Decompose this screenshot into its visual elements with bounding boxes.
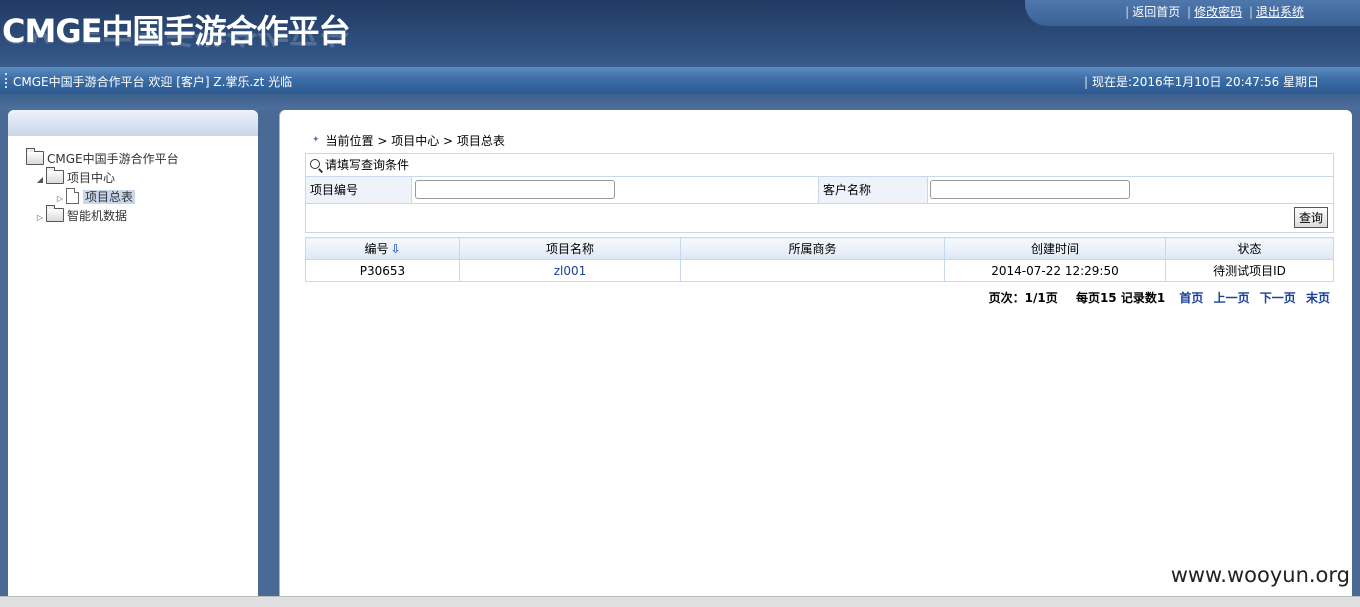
folder-icon: [26, 148, 44, 165]
collapsed-triangle-icon: ▷: [56, 194, 64, 203]
last-page-link[interactable]: 末页: [1306, 291, 1330, 305]
tree-node-project-center[interactable]: ◢ 项目中心: [26, 167, 179, 189]
pager: 页次：1/1页 每页15 记录数1 首页 上一页 下一页 末页: [989, 289, 1330, 306]
breadcrumb: ✦ 当前位置 > 项目中心 > 项目总表: [312, 134, 505, 148]
search-icon: [310, 159, 320, 169]
col-header-id[interactable]: 编号 ⇩: [305, 237, 460, 260]
logout-link[interactable]: 退出系统: [1256, 5, 1304, 19]
cell-created-time: 2014-07-22 12:29:50: [944, 259, 1166, 282]
cell-project-name: zl001: [459, 259, 681, 282]
query-form: 请填写查询条件 项目编号 客户名称 查询: [305, 153, 1334, 233]
page-info: 页次：1/1页: [988, 291, 1058, 305]
col-header-status[interactable]: 状态: [1165, 237, 1334, 260]
location-icon: ✦: [312, 135, 320, 145]
project-no-input[interactable]: [415, 180, 615, 199]
expanded-triangle-icon[interactable]: ◢: [34, 170, 46, 189]
grip-icon: [5, 73, 9, 88]
welcome-text: CMGE中国手游合作平台 欢迎 [客户] Z.掌乐.zt 光临: [13, 75, 293, 89]
prev-page-link[interactable]: 上一页: [1214, 291, 1250, 305]
nav-tree: CMGE中国手游合作平台 ◢ 项目中心 ▷ 项目总表 ▷ 智能机数据: [26, 148, 179, 227]
main-panel: ✦ 当前位置 > 项目中心 > 项目总表 请填写查询条件 项目编号 客户名称 查询…: [279, 110, 1352, 596]
clock-text: | 现在是:2016年1月10日 20:47:56 星期日: [1084, 75, 1320, 89]
sort-down-arrow-icon[interactable]: ⇩: [390, 242, 400, 256]
col-header-business[interactable]: 所属商务: [680, 237, 945, 260]
home-link[interactable]: 返回首页: [1132, 5, 1180, 19]
left-nav-panel: CMGE中国手游合作平台 ◢ 项目中心 ▷ 项目总表 ▷ 智能机数据: [8, 110, 258, 596]
col-header-created-time[interactable]: 创建时间: [944, 237, 1166, 260]
customer-name-label: 客户名称: [818, 177, 928, 203]
col-header-project-name[interactable]: 项目名称: [459, 237, 681, 260]
records-info: 每页15 记录数1: [1075, 291, 1166, 305]
customer-name-input[interactable]: [930, 180, 1130, 199]
project-name-link[interactable]: zl001: [554, 264, 587, 278]
site-logo-reflection: CMGE中国手游合作平台: [2, 33, 349, 50]
query-title: 请填写查询条件: [306, 154, 1333, 177]
folder-icon: [46, 205, 64, 222]
top-links: | 返回首页 | 修改密码 | 退出系统: [1125, 5, 1304, 19]
cell-id: P30653: [305, 259, 460, 282]
watermark-text: www.wooyun.org: [1170, 563, 1350, 587]
query-row: 项目编号 客户名称: [306, 177, 1333, 204]
search-button[interactable]: 查询: [1294, 207, 1328, 228]
info-bar: CMGE中国手游合作平台 欢迎 [客户] Z.掌乐.zt 光临 | 现在是:201…: [0, 67, 1360, 94]
table-header-row: 编号 ⇩ 项目名称 所属商务 创建时间 状态: [305, 237, 1334, 260]
next-page-link[interactable]: 下一页: [1260, 291, 1296, 305]
header-strip: [0, 94, 1360, 110]
collapsed-triangle-icon[interactable]: ▷: [34, 208, 46, 227]
cell-status: 待测试项目ID: [1165, 259, 1334, 282]
cell-business: [680, 259, 945, 282]
first-page-link[interactable]: 首页: [1179, 291, 1203, 305]
tree-node-smart-data[interactable]: ▷ 智能机数据: [26, 205, 179, 227]
table-row: P30653 zl001 2014-07-22 12:29:50 待测试项目ID: [305, 259, 1334, 282]
project-no-label: 项目编号: [306, 177, 412, 203]
left-panel-header: [8, 110, 258, 136]
top-header: CMGE中国手游合作平台 CMGE中国手游合作平台 |返回首页 |修改密码 |退…: [0, 0, 1360, 67]
change-password-link[interactable]: 修改密码: [1194, 5, 1242, 19]
bottom-bar: [0, 596, 1360, 607]
project-table: 编号 ⇩ 项目名称 所属商务 创建时间 状态 P30653 zl001 2014-…: [305, 237, 1334, 282]
folder-icon: [46, 167, 64, 184]
file-icon: [66, 188, 79, 204]
